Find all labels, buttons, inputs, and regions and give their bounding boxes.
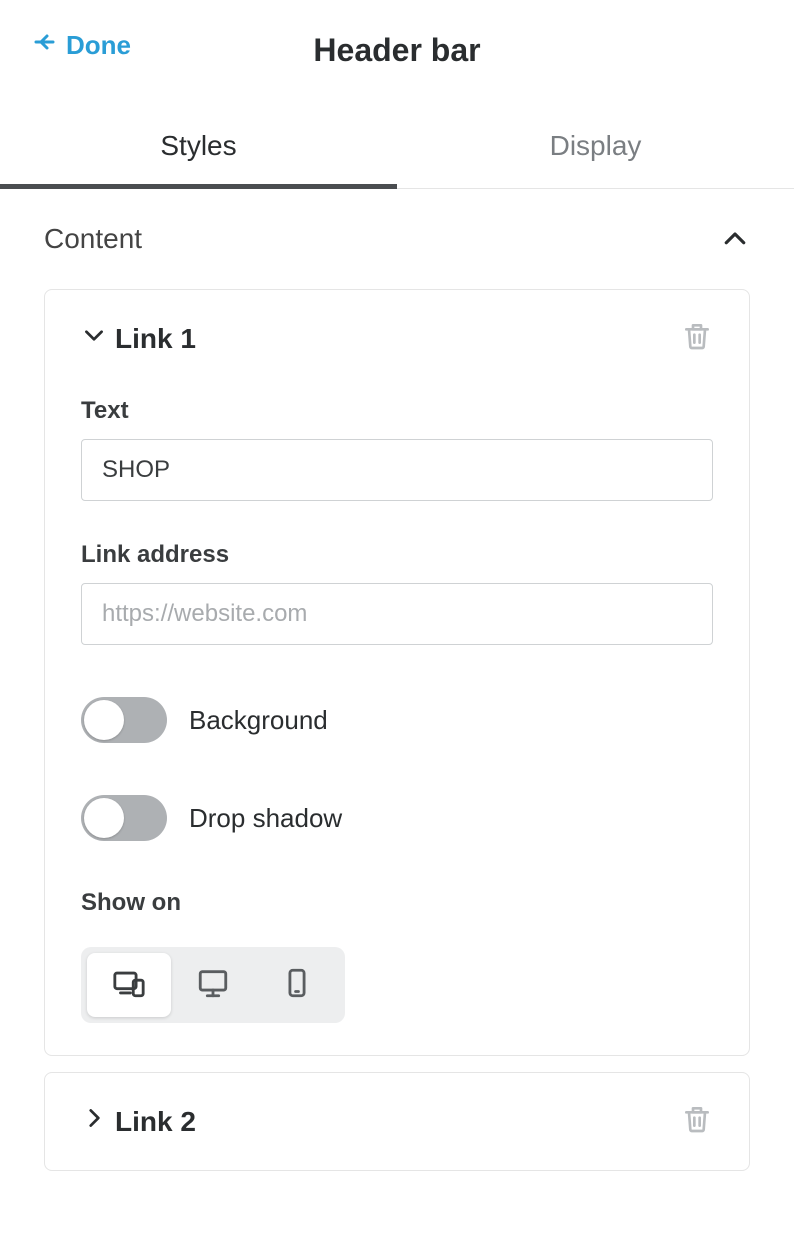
tab-label: Styles <box>160 130 236 161</box>
dropshadow-toggle[interactable] <box>81 795 167 841</box>
background-toggle-label: Background <box>189 705 328 736</box>
link-1-title: Link 1 <box>115 323 196 355</box>
done-button[interactable]: Done <box>32 30 131 61</box>
toggle-knob <box>84 798 124 838</box>
link-card-1-header[interactable]: Link 1 <box>81 320 713 357</box>
delete-link-1-button[interactable] <box>681 320 713 357</box>
link-2-title: Link 2 <box>115 1106 196 1138</box>
show-on-all-devices[interactable] <box>87 953 171 1017</box>
delete-link-2-button[interactable] <box>681 1103 713 1140</box>
trash-icon <box>681 1122 713 1139</box>
tab-display[interactable]: Display <box>397 100 794 188</box>
chevron-up-icon <box>720 224 750 254</box>
show-on-label: Show on <box>81 889 713 917</box>
tab-label: Display <box>550 130 642 161</box>
link-card-2: Link 2 <box>44 1072 750 1171</box>
chevron-down-icon <box>81 322 107 355</box>
done-label: Done <box>66 30 131 61</box>
toggle-knob <box>84 700 124 740</box>
link-card-1: Link 1 Text Link address Background Drop… <box>44 289 750 1056</box>
all-devices-icon <box>112 966 146 1005</box>
page-title: Header bar <box>313 32 480 69</box>
link-address-input[interactable] <box>81 583 713 645</box>
mobile-icon <box>280 966 314 1005</box>
desktop-icon <box>196 966 230 1005</box>
link-card-2-header[interactable]: Link 2 <box>81 1103 713 1140</box>
link-address-label: Link address <box>81 541 713 569</box>
chevron-right-icon <box>81 1105 107 1138</box>
dropshadow-toggle-label: Drop shadow <box>189 803 342 834</box>
show-on-segmented <box>81 947 345 1023</box>
section-title: Content <box>44 223 142 255</box>
link-text-input[interactable] <box>81 439 713 501</box>
show-on-desktop[interactable] <box>171 953 255 1017</box>
section-content-header[interactable]: Content <box>0 189 794 273</box>
show-on-mobile[interactable] <box>255 953 339 1017</box>
trash-icon <box>681 339 713 356</box>
background-toggle[interactable] <box>81 697 167 743</box>
tab-styles[interactable]: Styles <box>0 100 397 188</box>
arrow-left-icon <box>32 30 56 61</box>
tabs: Styles Display <box>0 100 794 189</box>
text-label: Text <box>81 397 713 425</box>
